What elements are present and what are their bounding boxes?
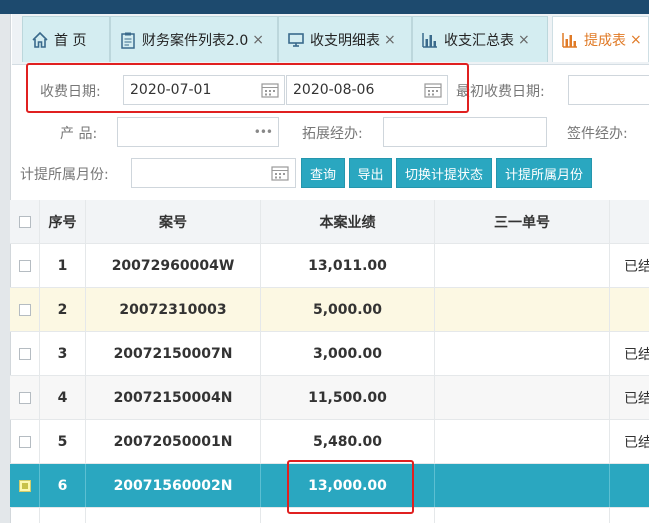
cell-status: 已结 [624, 258, 649, 275]
initial-fee-date-label: 最初收费日期: [456, 84, 545, 100]
product-label: 产 品: [60, 126, 98, 142]
more-icon[interactable]: ••• [254, 125, 273, 139]
row-checkbox[interactable] [18, 303, 31, 316]
cell-status: 已结 [624, 346, 649, 363]
cell-third-order [435, 376, 610, 419]
row-select-cell[interactable] [10, 508, 40, 523]
highlight-box-performance [287, 460, 414, 514]
cell-third-order [435, 420, 610, 463]
row-checkbox[interactable] [18, 479, 31, 492]
close-icon[interactable]: × [518, 32, 530, 48]
select-all-checkbox[interactable] [18, 215, 31, 228]
bar-chart-icon [561, 31, 579, 49]
tab-label: 提成表 [584, 32, 626, 49]
cell-status: 已结 [624, 390, 649, 407]
row-select-cell[interactable] [10, 464, 40, 507]
row-select-cell[interactable] [10, 244, 40, 287]
monitor-icon [287, 31, 305, 49]
table-header: 序号 案号 本案业绩 三一单号 [10, 200, 649, 244]
product-input[interactable]: ••• [117, 117, 279, 147]
row-checkbox[interactable] [18, 347, 31, 360]
cell-performance: 3,000.00 [261, 332, 435, 375]
table-row[interactable]: 4 20072150004N 11,500.00 已结 [10, 376, 649, 420]
tab-commission[interactable]: 提成表 × [552, 16, 649, 62]
row-checkbox[interactable] [18, 391, 31, 404]
tab-income-summary[interactable]: 收支汇总表 × [412, 16, 548, 62]
home-icon [31, 31, 49, 49]
accrual-month-button[interactable]: 计提所属月份 [496, 158, 592, 188]
row-checkbox[interactable] [18, 435, 31, 448]
cell-case-no: 20072050001N [86, 420, 261, 463]
table-row[interactable]: 2 20072310003 5,000.00 [10, 288, 649, 332]
window-top-bar [0, 0, 649, 14]
cell-third-order [435, 508, 610, 523]
query-button[interactable]: 查询 [301, 158, 345, 188]
header-index[interactable]: 序号 [40, 200, 86, 243]
cell-index: 4 [40, 376, 86, 419]
close-icon[interactable]: × [252, 32, 264, 48]
tab-label: 收支明细表 [310, 32, 380, 49]
export-button[interactable]: 导出 [349, 158, 392, 188]
tab-income-detail[interactable]: 收支明细表 × [278, 16, 412, 62]
initial-fee-date-input[interactable] [568, 75, 649, 105]
tab-label: 首 页 [54, 32, 87, 49]
cell-third-order [435, 244, 610, 287]
clipboard-icon [119, 31, 137, 49]
cell-case-no [86, 508, 261, 523]
cell-third-order [435, 288, 610, 331]
sign-manager-label: 签件经办: [567, 126, 628, 142]
toggle-accrual-status-button[interactable]: 切换计提状态 [396, 158, 492, 188]
cell-performance: 13,011.00 [261, 244, 435, 287]
cell-third-order [435, 464, 610, 507]
tab-home[interactable]: 首 页 [22, 16, 110, 62]
cell-case-no: 20071560002N [86, 464, 261, 507]
cell-performance: 11,500.00 [261, 376, 435, 419]
cell-index [40, 508, 86, 523]
bar-chart-icon [421, 31, 439, 49]
close-icon[interactable]: × [384, 32, 396, 48]
header-performance[interactable]: 本案业绩 [261, 200, 435, 243]
cell-index: 3 [40, 332, 86, 375]
cell-index: 6 [40, 464, 86, 507]
accrual-month-label: 计提所属月份: [20, 167, 109, 183]
cell-case-no: 20072310003 [86, 288, 261, 331]
cell-case-no: 20072150007N [86, 332, 261, 375]
row-select-cell[interactable] [10, 376, 40, 419]
header-third-order[interactable]: 三一单号 [435, 200, 610, 243]
expand-manager-input[interactable] [383, 117, 547, 147]
select-all-cell[interactable] [10, 200, 40, 243]
highlight-box-date-range [26, 63, 469, 113]
tab-label: 财务案件列表2.0 [142, 32, 249, 49]
cell-index: 5 [40, 420, 86, 463]
cell-status: 已结 [624, 434, 649, 451]
close-icon[interactable]: × [630, 32, 642, 48]
cell-index: 1 [40, 244, 86, 287]
cell-case-no: 20072960004W [86, 244, 261, 287]
row-select-cell[interactable] [10, 288, 40, 331]
table-row[interactable]: 1 20072960004W 13,011.00 已结 [10, 244, 649, 288]
cell-performance: 5,480.00 [261, 420, 435, 463]
cell-index: 2 [40, 288, 86, 331]
tab-label: 收支汇总表 [444, 32, 514, 49]
header-status[interactable] [610, 200, 649, 243]
table-row[interactable]: 3 20072150007N 3,000.00 已结 [10, 332, 649, 376]
cell-status [610, 288, 649, 331]
row-checkbox[interactable] [18, 259, 31, 272]
cell-performance: 5,000.00 [261, 288, 435, 331]
tab-case-list[interactable]: 财务案件列表2.0 × [110, 16, 278, 62]
header-case-no[interactable]: 案号 [86, 200, 261, 243]
expand-manager-label: 拓展经办: [302, 126, 363, 142]
table-row[interactable]: 5 20072050001N 5,480.00 已结 [10, 420, 649, 464]
cell-status [610, 464, 649, 507]
calendar-icon[interactable] [271, 165, 289, 181]
cell-third-order [435, 332, 610, 375]
row-select-cell[interactable] [10, 332, 40, 375]
row-select-cell[interactable] [10, 420, 40, 463]
tab-bar: 首 页 财务案件列表2.0 × 收支明细表 × 收支汇总表 × 提成表 × [12, 14, 649, 65]
cell-case-no: 20072150004N [86, 376, 261, 419]
